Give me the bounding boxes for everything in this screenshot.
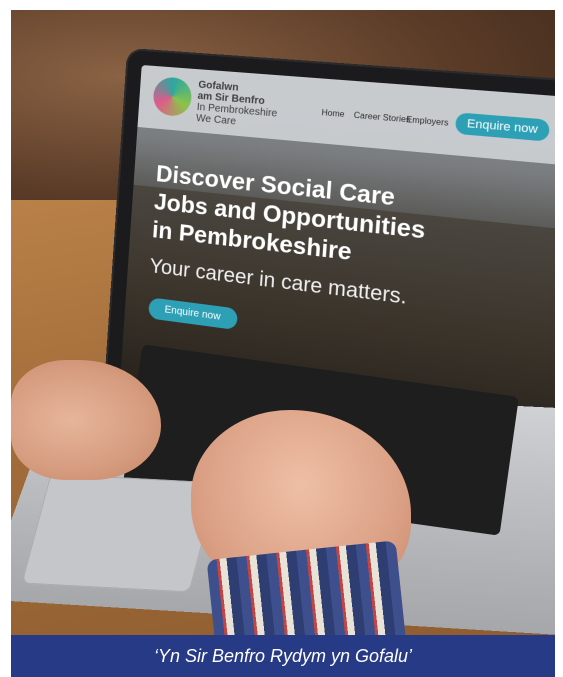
nav-item-career-stories[interactable]: Career Stories	[353, 110, 410, 124]
photo-laptop-on-table: Gofalwn am Sir Benfro In Pembrokeshire W…	[11, 10, 555, 635]
nav-item-employers[interactable]: Employers	[406, 115, 449, 128]
website-nav-bar: Gofalwn am Sir Benfro In Pembrokeshire W…	[137, 65, 555, 169]
nav-enquire-button[interactable]: Enquire now	[455, 112, 550, 141]
caption-banner: ‘Yn Sir Benfro Rydym yn Gofalu’	[11, 635, 555, 677]
heart-logo-icon	[152, 76, 192, 117]
image-frame: Gofalwn am Sir Benfro In Pembrokeshire W…	[0, 0, 563, 677]
logo-text: Gofalwn am Sir Benfro In Pembrokeshire W…	[196, 79, 313, 134]
nav-item-home[interactable]: Home	[321, 108, 345, 119]
laptop-trackpad	[22, 474, 219, 593]
